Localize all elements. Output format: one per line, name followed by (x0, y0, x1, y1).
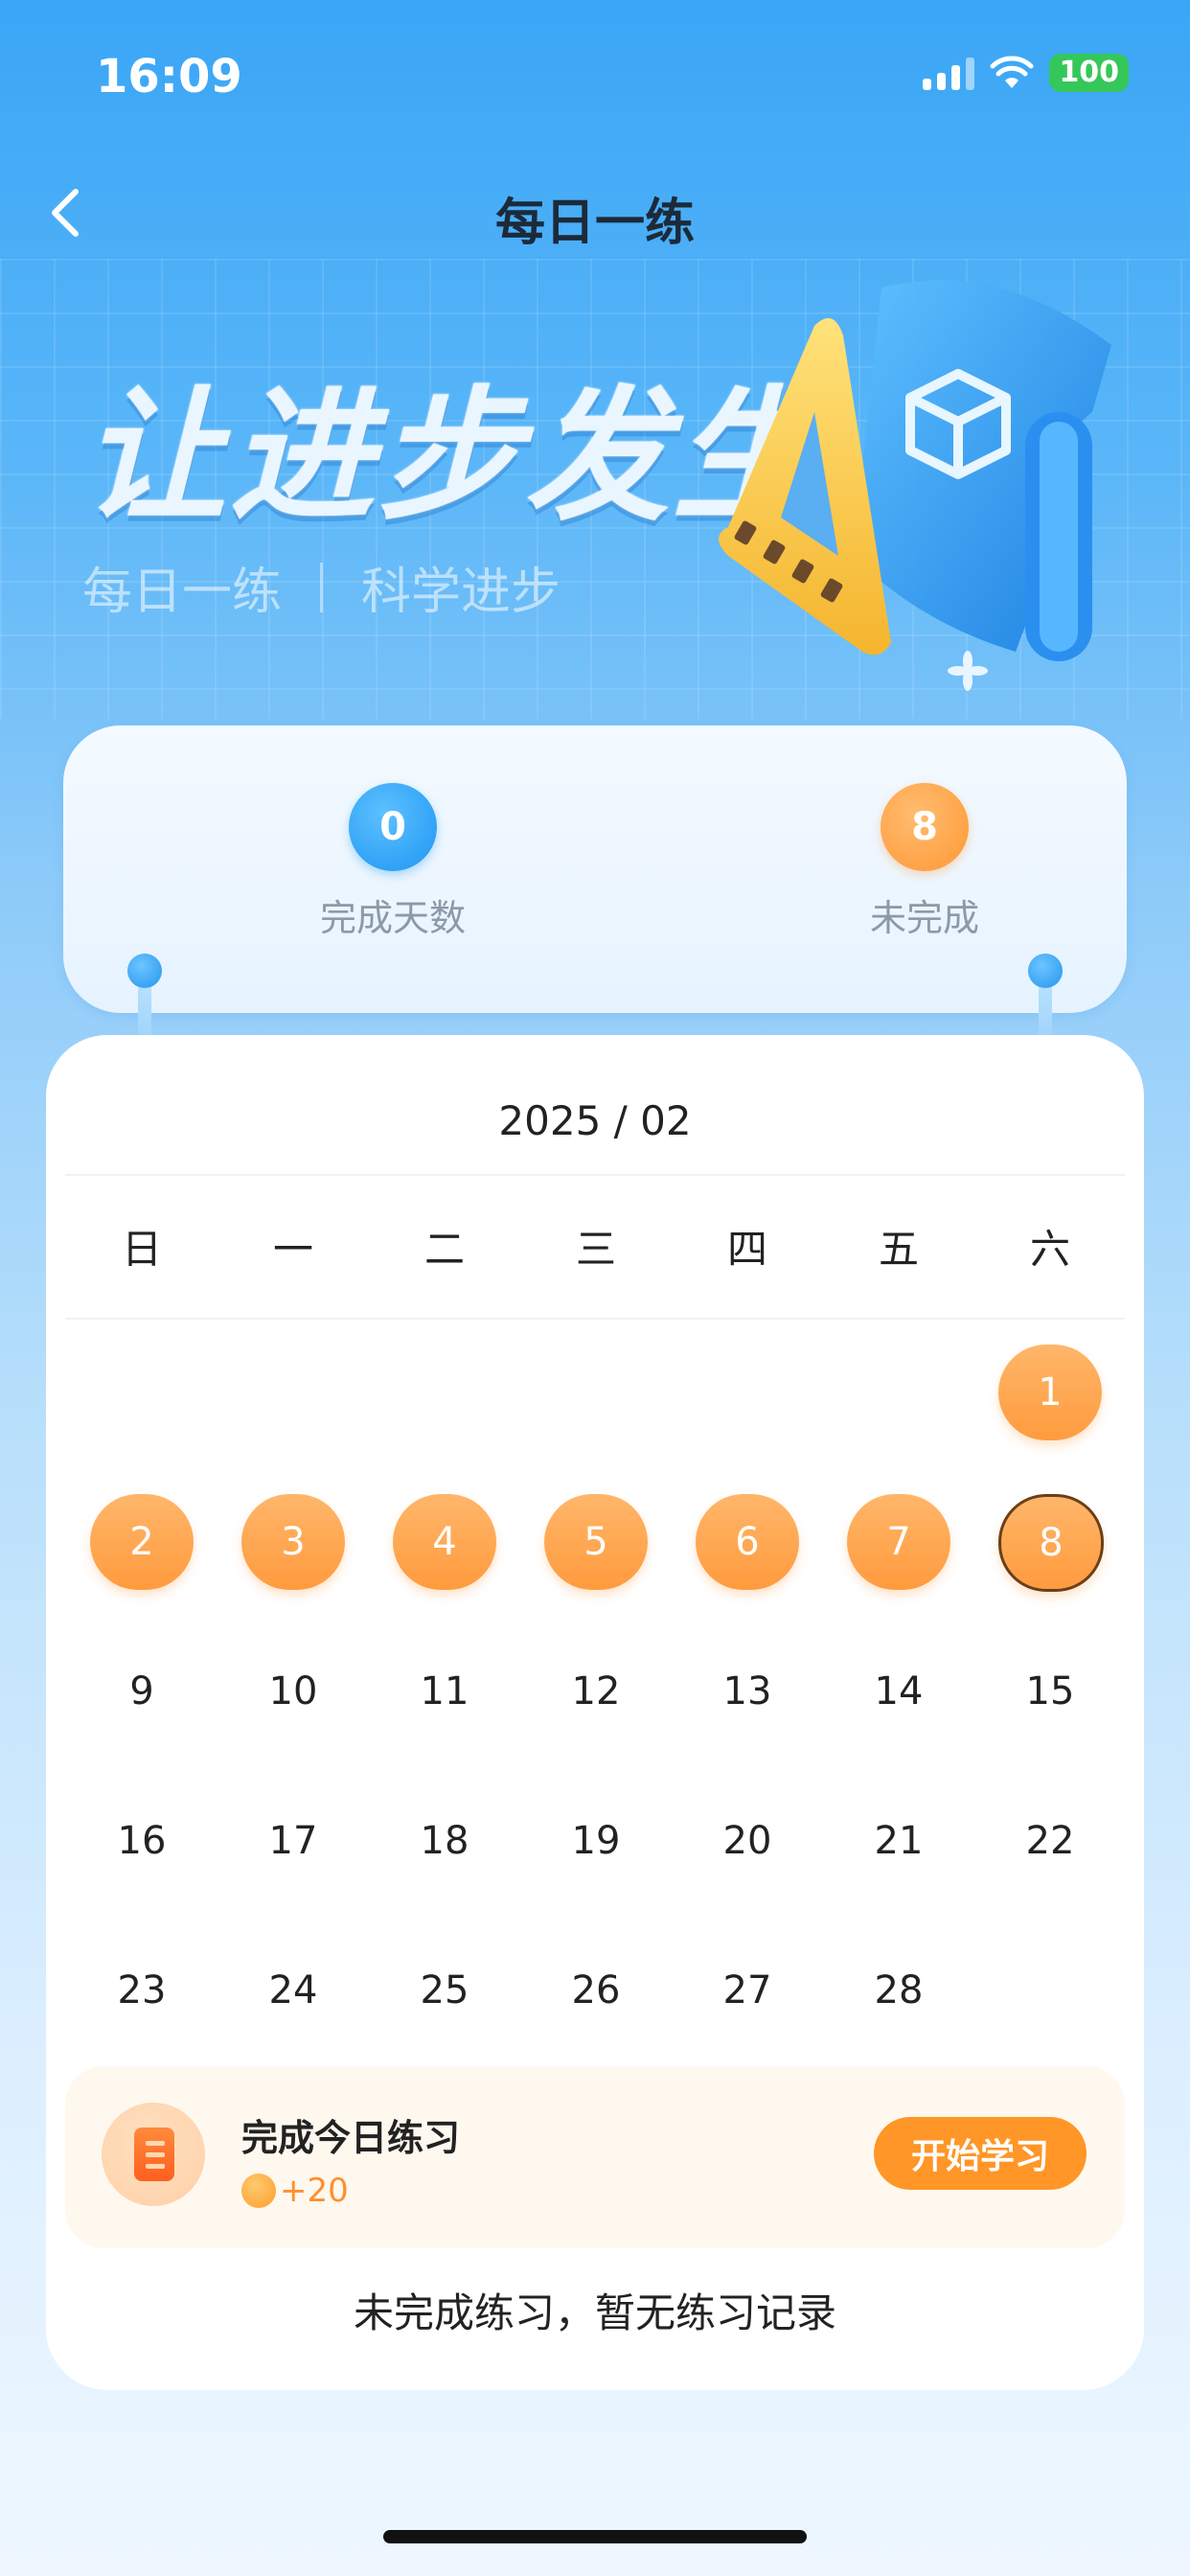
divider (65, 1318, 1125, 1320)
empty-record-message: 未完成练习，暂无练习记录 (353, 2289, 836, 2336)
start-learning-button[interactable]: 开始学习 (874, 2117, 1087, 2190)
task-title: 完成今日练习 (241, 2117, 461, 2159)
hero-subtitle-divider (320, 562, 324, 612)
completed-days-count: 0 (349, 783, 437, 871)
calendar-day-9[interactable]: 9 (90, 1644, 194, 1739)
task-reward: +20 (241, 2172, 349, 2210)
incomplete-label: 未完成 (869, 897, 979, 939)
calendar-day-14[interactable]: 14 (847, 1644, 950, 1739)
calendar-day-16[interactable]: 16 (90, 1793, 194, 1889)
calendar-day-15[interactable]: 15 (998, 1644, 1102, 1739)
calendar-day-11[interactable]: 11 (393, 1644, 496, 1739)
stats-card: 0 完成天数 8 未完成 (63, 725, 1127, 1013)
hero-subtitle: 每日一练 科学进步 (82, 551, 561, 623)
calendar-month: 2025 / 02 (498, 1097, 692, 1144)
calendar-day-22[interactable]: 22 (998, 1793, 1102, 1889)
calendar-day-23[interactable]: 23 (90, 1943, 194, 2038)
calendar-day-19[interactable]: 19 (544, 1793, 648, 1889)
ruler-blueprint-illustration (719, 280, 1111, 691)
weekday-label: 五 (878, 1226, 919, 1273)
weekday-label: 二 (423, 1226, 465, 1273)
calendar-day-28[interactable]: 28 (847, 1943, 950, 2038)
completed-days-label: 完成天数 (319, 897, 466, 939)
incomplete-count: 8 (881, 783, 969, 871)
calendar-day-7[interactable]: 7 (847, 1494, 950, 1590)
battery-indicator: 100 (1049, 54, 1129, 92)
calendar-day-2[interactable]: 2 (90, 1494, 194, 1590)
calendar-day-10[interactable]: 10 (241, 1644, 345, 1739)
status-icons: 100 (923, 54, 1129, 92)
calendar-day-17[interactable]: 17 (241, 1793, 345, 1889)
signal-icon (923, 56, 975, 90)
hero-subtitle-right: 科学进步 (361, 564, 561, 621)
calendar-day-20[interactable]: 20 (696, 1793, 799, 1889)
daily-task-card: 完成今日练习 +20 开始学习 (65, 2066, 1125, 2248)
calendar-day-21[interactable]: 21 (847, 1793, 950, 1889)
page-title: 每日一练 (494, 195, 695, 252)
weekday-label: 三 (575, 1226, 616, 1273)
calendar-day-6[interactable]: 6 (696, 1494, 799, 1590)
completed-days-stat: 0 完成天数 (249, 783, 537, 941)
calendar-day-27[interactable]: 27 (696, 1943, 799, 2038)
calendar-day-1[interactable]: 1 (998, 1345, 1102, 1440)
status-time: 16:09 (96, 50, 242, 104)
hero-subtitle-left: 每日一练 (82, 564, 283, 621)
incomplete-stat: 8 未完成 (781, 783, 1068, 941)
calendar-day-4[interactable]: 4 (393, 1494, 496, 1590)
notebook-icon (102, 2103, 205, 2206)
calendar-day-12[interactable]: 12 (544, 1644, 648, 1739)
weekday-label: 日 (121, 1226, 162, 1273)
calendar-day-3[interactable]: 3 (241, 1494, 345, 1590)
weekday-label: 四 (726, 1226, 767, 1273)
calendar-day-13[interactable]: 13 (696, 1644, 799, 1739)
wifi-icon (990, 56, 1034, 88)
weekday-label: 一 (272, 1226, 313, 1273)
weekday-label: 六 (1029, 1226, 1070, 1273)
calendar-day-24[interactable]: 24 (241, 1943, 345, 2038)
calendar-day-18[interactable]: 18 (393, 1793, 496, 1889)
calendar-day-8[interactable]: 8 (998, 1494, 1104, 1592)
divider (65, 1174, 1125, 1176)
home-indicator (383, 2530, 807, 2543)
calendar-day-5[interactable]: 5 (544, 1494, 648, 1590)
calendar-card: 2025 / 02 日一二三四五六 1 2 3 4 5 6 7 8 9 10 11 12 13 14 15 1… (46, 1035, 1144, 2390)
calendar-day-25[interactable]: 25 (393, 1943, 496, 2038)
task-reward-amount: +20 (280, 2172, 349, 2210)
calendar-day-26[interactable]: 26 (544, 1943, 648, 2038)
coin-icon (241, 2174, 276, 2208)
